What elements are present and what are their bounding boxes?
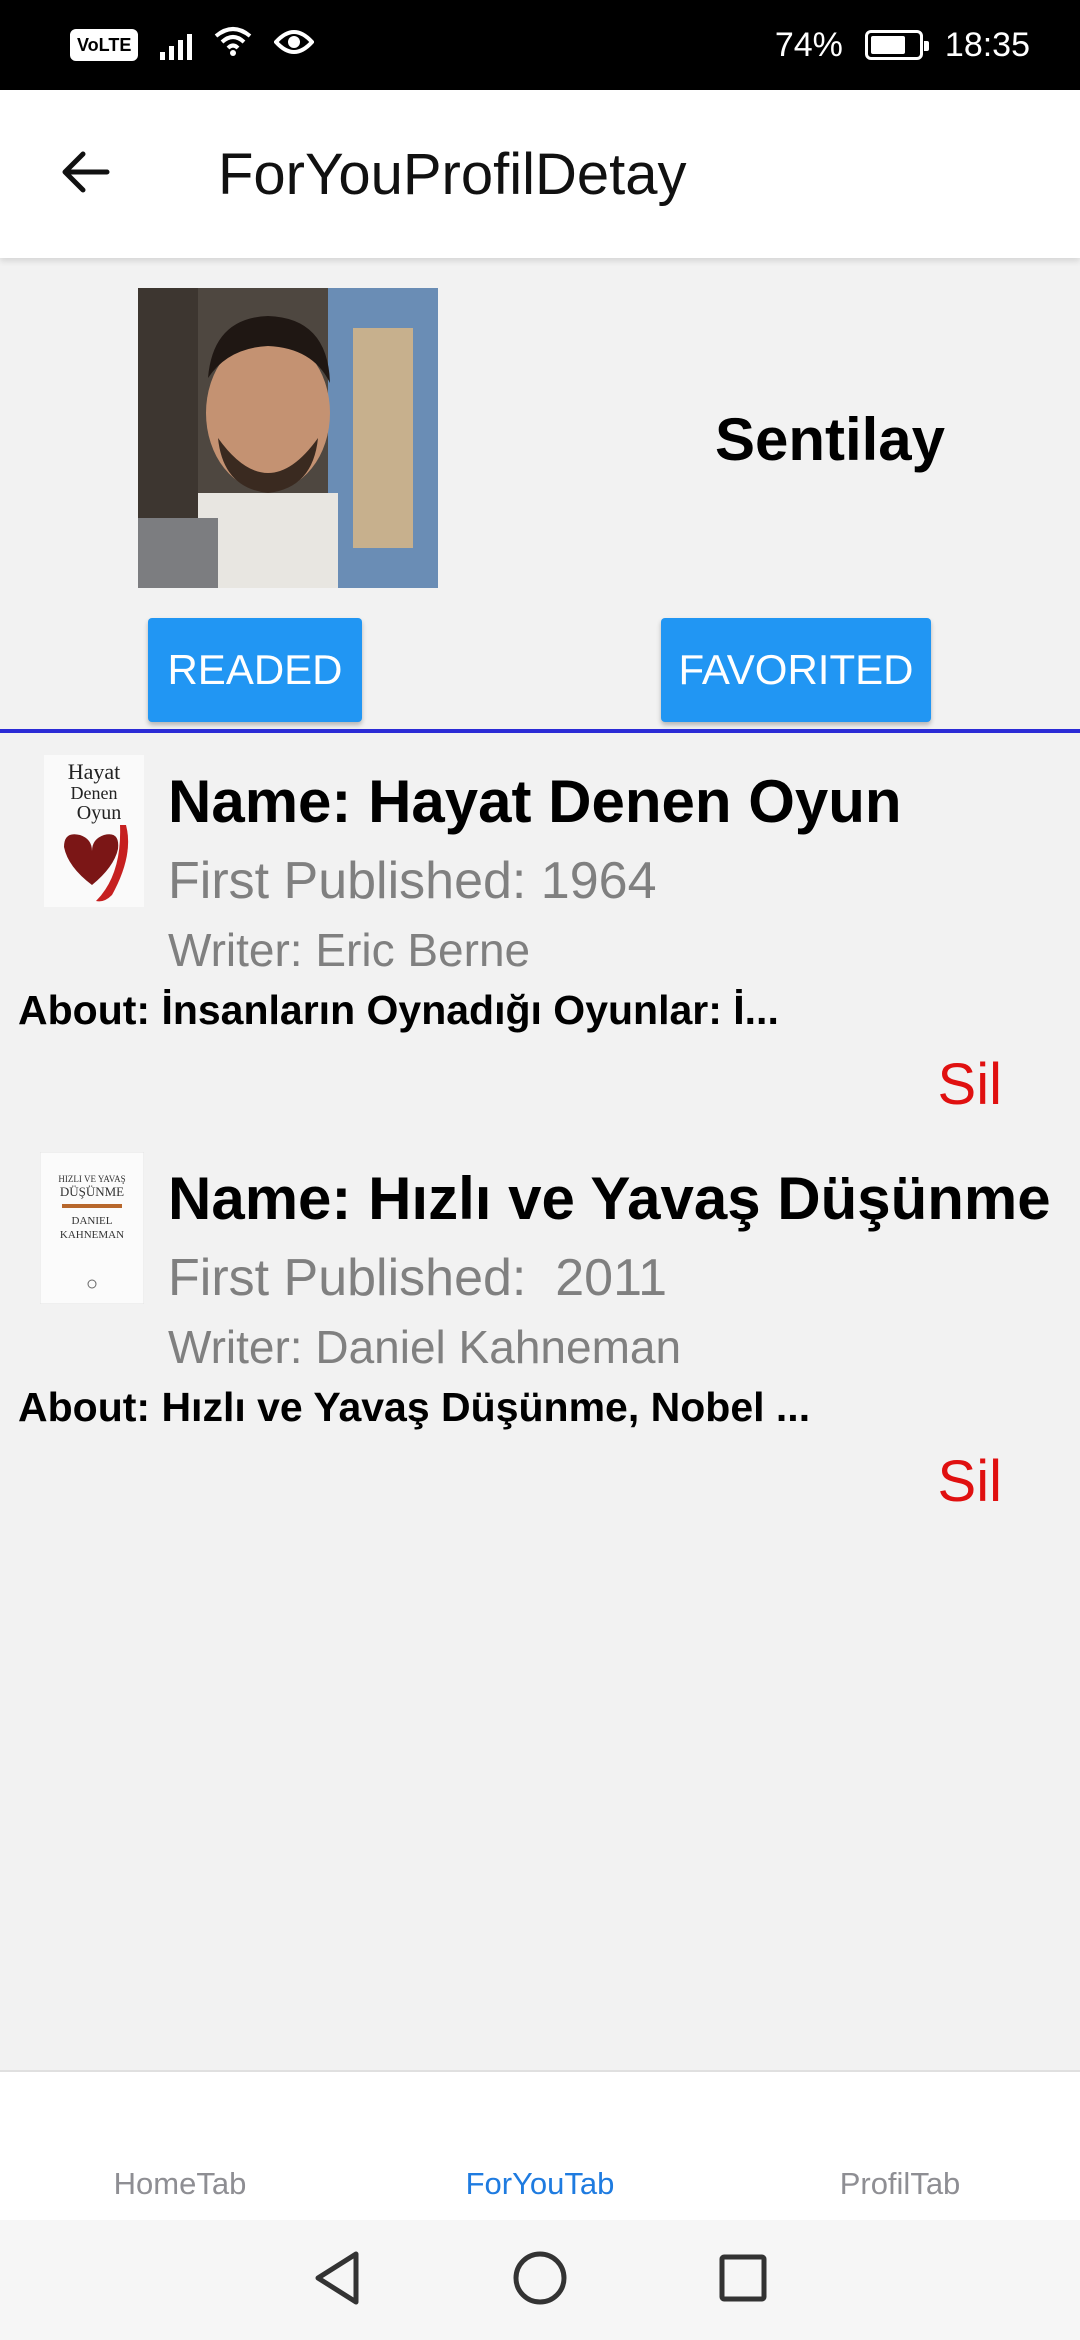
nav-home-icon[interactable]	[512, 2250, 568, 2311]
cover-line: Denen	[71, 783, 118, 803]
profile-photo	[138, 288, 438, 588]
book-writer: Writer: Daniel Kahneman	[168, 1321, 682, 1373]
book-cover: Hayat Denen Oyun	[44, 755, 144, 907]
cover-line: Oyun	[77, 802, 121, 824]
battery-percent: 74%	[774, 25, 843, 64]
nav-recents-icon[interactable]	[718, 2253, 768, 2308]
cover-line: DÜŞÜNME	[60, 1184, 124, 1199]
arrow-left-icon	[59, 150, 111, 199]
cover-line: Hayat	[68, 759, 121, 784]
divider	[0, 729, 1080, 733]
battery-icon	[864, 30, 929, 60]
favorited-button[interactable]: FAVORITED	[661, 618, 931, 722]
book-published: First Published: 2011	[168, 1249, 668, 1307]
tab-foryou[interactable]: ForYouTab	[360, 2166, 720, 2202]
clock: 18:35	[944, 25, 1030, 64]
status-right: 74% 18:35	[775, 26, 1030, 65]
cover-line: HIZLI VE YAVAŞ	[58, 1174, 125, 1184]
battery-fill	[870, 36, 905, 54]
status-left: VoLTE	[70, 26, 316, 65]
readed-button[interactable]: READED	[148, 618, 362, 722]
book-name: Name: Hızlı ve Yavaş Düşünme	[168, 1165, 1051, 1232]
profile-name: Sentilay	[714, 406, 946, 473]
cover-line: DANIEL	[72, 1215, 113, 1227]
delete-button[interactable]: Sil	[938, 1051, 1002, 1118]
book-about: About: Hızlı ve Yavaş Düşünme, Nobel ...	[18, 1384, 811, 1430]
book-about: About: İnsanların Oynadığı Oyunlar: İ...	[18, 987, 779, 1033]
volte-icon: VoLTE	[70, 29, 139, 61]
system-nav-bar	[0, 2220, 1080, 2340]
back-button[interactable]	[40, 129, 130, 219]
nav-back-icon[interactable]	[312, 2250, 362, 2311]
book-published: First Published: 1964	[168, 852, 657, 910]
book-cover: HIZLI VE YAVAŞ DÜŞÜNME DANIEL KAHNEMAN	[40, 1152, 144, 1304]
book-writer: Writer: Eric Berne	[168, 924, 531, 976]
page-title: ForYouProfilDetay	[218, 141, 687, 207]
status-bar: VoLTE 74% 18:35	[0, 0, 1080, 90]
tab-profil[interactable]: ProfilTab	[720, 2166, 1080, 2202]
tab-home[interactable]: HomeTab	[0, 2166, 360, 2202]
eye-icon	[273, 26, 316, 65]
wifi-icon	[214, 26, 252, 65]
signal-icon	[160, 30, 193, 60]
bottom-tab-bar: HomeTab ForYouTab ProfilTab	[0, 2070, 1080, 2220]
book-name: Name: Hayat Denen Oyun	[168, 768, 902, 835]
app-bar: ForYouProfilDetay	[0, 90, 1080, 258]
cover-line: KAHNEMAN	[60, 1229, 124, 1241]
delete-button[interactable]: Sil	[938, 1448, 1002, 1515]
